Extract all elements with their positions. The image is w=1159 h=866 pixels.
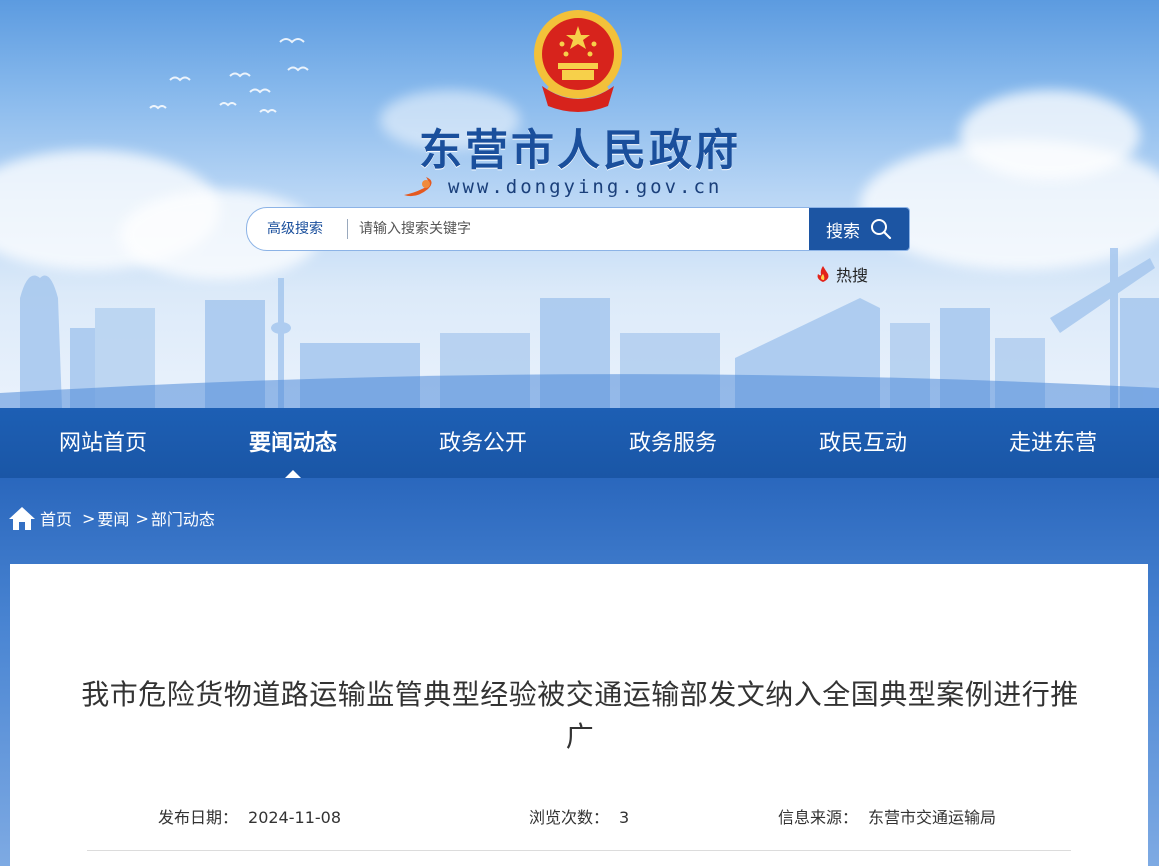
view-count-value: 3 — [619, 808, 630, 827]
site-header: 东营市人民政府 www.dongying.gov.cn 高级搜索 搜索 热搜 — [0, 0, 1159, 408]
cloud-decoration — [960, 90, 1140, 180]
publish-date: 发布日期： 2024-11-08 — [158, 804, 341, 828]
search-button[interactable]: 搜索 — [809, 208, 909, 250]
info-source-label: 信息来源： — [778, 808, 859, 827]
domain-row: www.dongying.gov.cn — [402, 172, 722, 202]
main-nav: 网站首页 要闻动态 政务公开 政务服务 政民互动 走进东营 — [0, 408, 1159, 479]
birds-decoration — [149, 38, 309, 114]
nav-item-gov-affairs[interactable]: 政务公开 — [388, 408, 578, 478]
nav-item-gov-services[interactable]: 政务服务 — [578, 408, 768, 478]
article-title: 我市危险货物道路运输监管典型经验被交通运输部发文纳入全国典型案例进行推广 — [81, 678, 1079, 753]
search-button-label: 搜索 — [826, 221, 860, 242]
home-icon — [9, 507, 35, 530]
site-title: 东营市人民政府 — [419, 126, 741, 176]
view-count: 浏览次数： 3 — [529, 804, 629, 828]
breadcrumb-separator: > — [135, 508, 149, 528]
publish-date-value: 2024-11-08 — [248, 808, 341, 827]
nav-item-news[interactable]: 要闻动态 — [198, 408, 388, 478]
site-logo-swirl-icon — [404, 177, 432, 197]
view-count-label: 浏览次数： — [529, 808, 610, 827]
city-skyline-decoration — [0, 248, 1159, 408]
nav-item-home[interactable]: 网站首页 — [8, 408, 198, 478]
search-bar: 高级搜索 搜索 — [246, 207, 910, 251]
nav-item-interaction[interactable]: 政民互动 — [768, 408, 958, 478]
search-divider — [347, 219, 348, 239]
info-source: 信息来源： 东营市交通运输局 — [778, 804, 996, 828]
search-input[interactable] — [357, 208, 801, 250]
fire-icon — [817, 266, 829, 282]
article-panel: 我市危险货物道路运输监管典型经验被交通运输部发文纳入全国典型案例进行推广 发布日… — [10, 564, 1148, 866]
national-emblem-icon — [534, 10, 622, 112]
site-domain: www.dongying.gov.cn — [448, 176, 723, 198]
breadcrumb-separator: > — [82, 508, 96, 528]
hot-search-label: 热搜 — [836, 266, 869, 285]
breadcrumb-dept-news[interactable]: 部门动态 — [151, 506, 215, 530]
breadcrumb-home[interactable]: 首页 — [40, 506, 72, 530]
advanced-search-link[interactable]: 高级搜索 — [267, 208, 323, 250]
nav-item-news-label: 要闻动态 — [248, 431, 337, 456]
breadcrumb-news[interactable]: 要闻 — [97, 506, 129, 530]
breadcrumb: 首页 > 要闻 > 部门动态 — [8, 505, 221, 531]
active-nav-indicator — [285, 470, 301, 478]
info-source-value: 东营市交通运输局 — [868, 808, 997, 827]
hot-search[interactable]: 热搜 — [816, 262, 868, 286]
article-divider — [87, 850, 1071, 851]
publish-date-label: 发布日期： — [158, 808, 239, 827]
search-icon — [871, 219, 892, 240]
nav-item-about[interactable]: 走进东营 — [958, 408, 1148, 478]
